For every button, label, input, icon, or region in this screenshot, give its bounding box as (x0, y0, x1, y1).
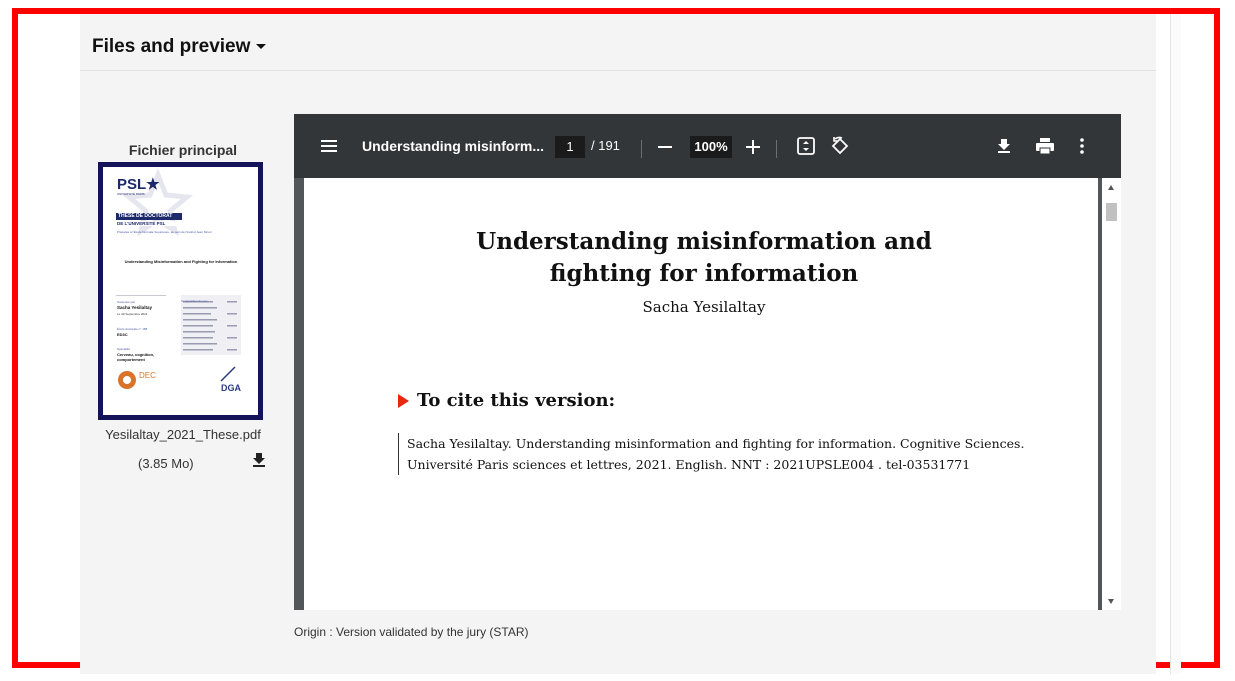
cite-heading: To cite this version: (398, 390, 615, 411)
zoom-in-icon[interactable] (746, 140, 760, 154)
triangle-right-icon (398, 394, 409, 408)
toolbar-separator (641, 140, 642, 158)
section-toggle[interactable]: Files and preview (92, 36, 267, 58)
right-gutter (1170, 14, 1181, 674)
zoom-input[interactable]: 100% (690, 136, 732, 158)
pdf-author: Sacha Yesilaltay (642, 298, 766, 316)
thumb-spec: Cerveau, cognition, comportement (117, 352, 155, 362)
thumb-logo-sub: UNIVERSITÉ PARIS (117, 192, 145, 196)
cite-text: Sacha Yesilaltay. Understanding misinfor… (398, 433, 1087, 475)
more-options-icon[interactable] (1080, 138, 1084, 154)
thumb-dec-logo: DEC (139, 371, 156, 380)
download-icon[interactable] (997, 138, 1011, 154)
viewer-doc-title: Understanding misinform... (362, 138, 545, 154)
scrollbar-thumb[interactable] (1106, 203, 1117, 221)
scroll-up-arrow-icon[interactable] (1108, 185, 1114, 190)
file-name[interactable]: Yesilaltay_2021_These.pdf (88, 427, 278, 442)
cite-heading-text: To cite this version: (417, 390, 616, 411)
viewer-toolbar: Understanding misinform... 1 / 191 100% (294, 114, 1121, 178)
download-icon[interactable] (252, 452, 266, 468)
thumb-soutenue: Soutenue par (117, 300, 136, 304)
page-number-input[interactable]: 1 (555, 136, 585, 158)
pdf-viewer: Understanding misinform... 1 / 191 100% (294, 114, 1121, 610)
thumb-dga-logo: DGA (221, 383, 241, 393)
pdf-page: Understanding misinformation and fightin… (304, 178, 1098, 610)
scroll-down-arrow-icon[interactable] (1108, 599, 1114, 604)
fit-page-icon[interactable] (797, 137, 815, 155)
page-total: / 191 (591, 138, 620, 153)
file-label: Fichier principal (128, 142, 238, 158)
pdf-title: Understanding misinformation and fightin… (476, 228, 932, 287)
viewer-scrollbar[interactable] (1102, 178, 1121, 610)
rotate-icon[interactable] (830, 136, 850, 156)
thumb-ecole: ED3C (117, 332, 128, 337)
zoom-out-icon[interactable] (658, 145, 672, 149)
file-size: (3.85 Mo) (138, 456, 194, 471)
thumb-spec-label: Spécialité (117, 347, 131, 351)
thumb-logo: PSL★ (117, 176, 160, 193)
toolbar-separator (776, 140, 777, 158)
thumb-banner2: DE L'UNIVERSITÉ PSL (117, 221, 166, 226)
thumb-date: Le 30 Septembre 2021 (117, 312, 148, 316)
thumb-jury-label: Composition du jury : (181, 299, 210, 303)
thumb-author: Sacha Yesilaltay (117, 305, 152, 310)
thumb-title: Understanding Misinformation and Fightin… (124, 259, 238, 264)
origin-text: Origin : Version validated by the jury (… (294, 625, 529, 639)
divider (80, 70, 1156, 71)
pdf-thumbnail[interactable]: PSL★ UNIVERSITÉ PARIS THÈSE DE DOCTORAT … (98, 162, 263, 420)
menu-icon[interactable] (321, 139, 337, 153)
caret-down-icon (256, 44, 267, 50)
thumb-ecole-label: École doctorale n° 158 (117, 327, 148, 331)
thumbnail-graphic (116, 168, 241, 389)
section-title: Files and preview (92, 36, 251, 57)
thumb-banner: THÈSE DE DOCTORAT (118, 213, 173, 219)
cite-line: Sacha Yesilaltay. Understanding misinfor… (407, 436, 1025, 451)
cite-line: Université Paris sciences et lettres, 20… (407, 457, 971, 472)
highlight-frame: Files and preview Fichier principal PSL★… (12, 8, 1220, 674)
thumb-prep: Préparée à l'École Normale Supérieure, a… (117, 230, 212, 234)
print-icon[interactable] (1036, 138, 1054, 154)
